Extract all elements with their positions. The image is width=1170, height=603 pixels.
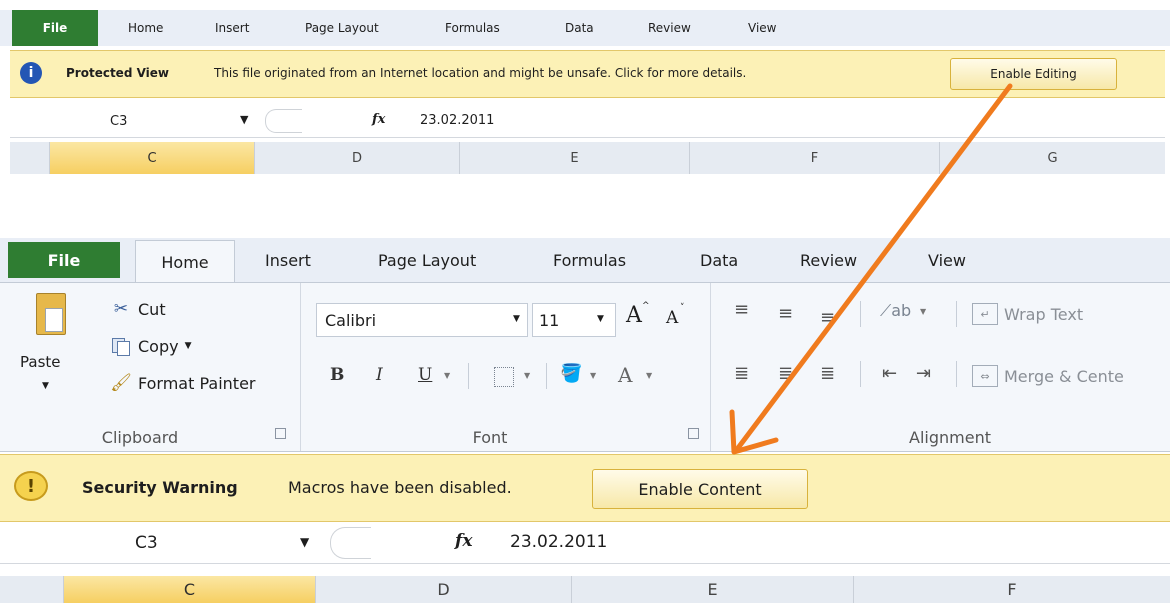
annotation-arrow bbox=[729, 83, 1013, 455]
annotation-arrow-line bbox=[735, 83, 1013, 451]
